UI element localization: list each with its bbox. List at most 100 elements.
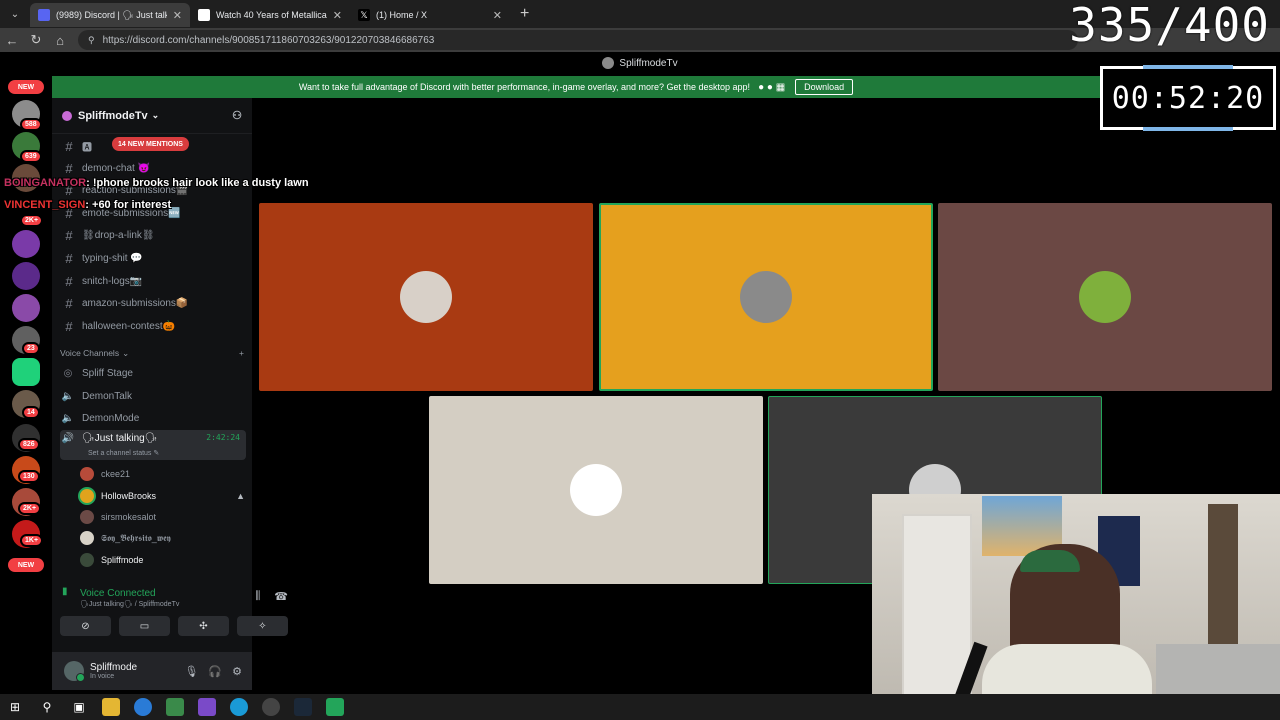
voice-tile[interactable] bbox=[429, 396, 763, 584]
file-explorer-icon[interactable] bbox=[102, 698, 120, 716]
unread-badge: 1K+ bbox=[20, 534, 44, 547]
kick-server-icon[interactable] bbox=[12, 358, 40, 386]
voice-channels-header[interactable]: Voice Channels ⌄ + bbox=[60, 348, 244, 359]
windows-start-icon[interactable]: ⊞ bbox=[6, 698, 24, 716]
voice-channel-item[interactable]: 🔈 DemonTalk bbox=[60, 386, 246, 406]
tab-list-icon[interactable]: ⌄ bbox=[4, 3, 26, 25]
url-field[interactable]: ⚲ https://discord.com/channels/900851711… bbox=[78, 30, 1078, 50]
voice-tile[interactable] bbox=[259, 203, 593, 391]
close-tab-icon[interactable]: ✕ bbox=[333, 9, 342, 22]
voice-status: Voice Connected bbox=[80, 587, 156, 599]
desktop-app-banner: Want to take full advantage of Discord w… bbox=[52, 76, 1100, 98]
channel-item[interactable]: # halloween-contest🎃 bbox=[60, 316, 246, 336]
voice-tile-speaking[interactable] bbox=[599, 203, 933, 391]
home-icon[interactable]: ⌂ bbox=[48, 33, 72, 48]
reload-icon[interactable]: ↻ bbox=[24, 32, 48, 48]
voice-member[interactable]: ckee21 bbox=[80, 464, 245, 484]
unread-badge: 2K+ bbox=[18, 502, 42, 515]
tab-favicon-icon bbox=[198, 9, 210, 21]
channel-status[interactable]: Set a channel status ✎ bbox=[88, 449, 159, 457]
channel-name: 🅰 bbox=[82, 142, 92, 154]
server-icon[interactable] bbox=[12, 230, 40, 258]
hash-icon: # bbox=[65, 138, 73, 154]
search-icon[interactable]: ⚲ bbox=[38, 698, 56, 716]
avatar bbox=[570, 464, 622, 516]
site-info-icon[interactable]: ⚲ bbox=[88, 35, 95, 46]
create-channel-icon[interactable]: + bbox=[239, 348, 244, 359]
obs-icon[interactable] bbox=[262, 698, 280, 716]
avatar[interactable] bbox=[64, 661, 85, 682]
avatar bbox=[740, 271, 792, 323]
browser-tab-discord[interactable]: (9989) Discord | 🗣 Just talking ✕ bbox=[30, 3, 190, 27]
tab-title: (1) Home / X bbox=[376, 10, 428, 20]
voice-channel-item[interactable]: ◎ Spliff Stage bbox=[60, 363, 246, 383]
close-tab-icon[interactable]: ✕ bbox=[493, 9, 502, 22]
active-voice-channel[interactable]: 🔊 🗣Just talking🗣 2:42:24 Set a channel s… bbox=[60, 430, 246, 460]
channel-item[interactable]: # amazon-submissions📦 bbox=[60, 293, 246, 313]
signal-icon: ▮ bbox=[62, 586, 68, 597]
voice-tile[interactable] bbox=[938, 203, 1272, 391]
channel-name: 🗣Just talking🗣 bbox=[82, 433, 158, 444]
calendar-icon[interactable] bbox=[166, 698, 184, 716]
speaker-icon: 🔈 bbox=[61, 390, 75, 402]
channel-item[interactable]: # ⛓drop-a-link⛓ bbox=[60, 225, 246, 245]
noise-suppression-icon[interactable]: ⫼ bbox=[255, 590, 260, 603]
camera-off-button[interactable]: ⊘ bbox=[60, 616, 111, 636]
channel-name: DemonMode bbox=[82, 412, 140, 424]
channel-item[interactable]: # typing-shit 💬 bbox=[60, 248, 246, 268]
channel-item[interactable]: # demon-chat 😈 bbox=[60, 158, 246, 178]
browser-tab-metallica[interactable]: Watch 40 Years of Metallica, Night ✕ bbox=[190, 3, 350, 27]
server-header[interactable]: SpliffmodeTv ⌄ ⚇ bbox=[52, 98, 252, 134]
new-badge[interactable]: NEW bbox=[8, 558, 44, 572]
hash-icon: # bbox=[65, 318, 73, 334]
voice-member[interactable]: HollowBrooks ▲ bbox=[80, 486, 245, 506]
headphones-icon[interactable]: 🎧 bbox=[208, 665, 222, 678]
steam-icon[interactable] bbox=[294, 698, 312, 716]
microphone-icon[interactable]: 🎙 bbox=[184, 665, 198, 678]
channel-name: ⛓drop-a-link⛓ bbox=[82, 229, 155, 241]
new-tab-button[interactable]: + bbox=[520, 5, 529, 23]
cursor-icon: ▲ bbox=[236, 491, 245, 501]
user-status: In voice bbox=[90, 673, 115, 680]
server-icon[interactable] bbox=[12, 294, 40, 322]
streamer-cap bbox=[1020, 550, 1080, 572]
app-icon[interactable] bbox=[198, 698, 216, 716]
new-badge[interactable]: NEW bbox=[8, 80, 44, 94]
disconnect-icon[interactable]: ☎ bbox=[274, 590, 288, 603]
download-button[interactable]: Download bbox=[795, 79, 854, 95]
edge-icon[interactable] bbox=[230, 698, 248, 716]
app-icon[interactable] bbox=[134, 698, 152, 716]
voice-member[interactable]: Spliffmode bbox=[80, 550, 245, 570]
voice-duration: 2:42:24 bbox=[206, 433, 240, 442]
windows-taskbar: ⊞ ⚲ ▣ bbox=[0, 694, 1280, 720]
speaker-icon: 🔊 bbox=[61, 433, 75, 444]
invite-people-icon[interactable]: ⚇ bbox=[232, 109, 242, 122]
gear-icon[interactable]: ⚙ bbox=[232, 665, 242, 678]
window-title: SpliffmodeTv bbox=[619, 57, 678, 69]
unread-badge: 588 bbox=[20, 118, 42, 131]
user-name: Spliffmode bbox=[90, 662, 138, 673]
unread-badge: 639 bbox=[20, 150, 42, 163]
hash-icon: # bbox=[65, 160, 73, 176]
voice-connection-panel: ▮ Voice Connected 🗣Just talking🗣 / Splif… bbox=[60, 586, 294, 646]
browser-tab-x[interactable]: 𝕏 (1) Home / X ✕ bbox=[350, 3, 510, 27]
voice-member[interactable]: 𝕾𝖔𝖞_𝕭𝖊𝖍𝖗𝖘𝖎𝖙𝖔_𝖜𝖊𝖞 bbox=[80, 528, 245, 548]
back-icon[interactable]: ← bbox=[0, 33, 24, 48]
voice-member[interactable]: sirsmokesalot bbox=[80, 507, 245, 527]
app-icon[interactable] bbox=[326, 698, 344, 716]
activities-button[interactable]: ✣ bbox=[178, 616, 229, 636]
new-mentions-pill[interactable]: 14 NEW MENTIONS bbox=[112, 137, 189, 151]
close-tab-icon[interactable]: ✕ bbox=[173, 9, 182, 22]
hash-icon: # bbox=[65, 227, 73, 243]
channel-name: demon-chat 😈 bbox=[82, 162, 151, 174]
server-icon[interactable] bbox=[12, 262, 40, 290]
tab-title: (9989) Discord | 🗣 Just talking bbox=[56, 9, 167, 20]
channel-item[interactable]: # snitch-logs📷 bbox=[60, 271, 246, 291]
avatar bbox=[80, 510, 94, 524]
task-view-icon[interactable]: ▣ bbox=[70, 698, 88, 716]
screen-share-button[interactable]: ▭ bbox=[119, 616, 170, 636]
url-text: https://discord.com/channels/90085171186… bbox=[102, 34, 435, 46]
voice-channel-item[interactable]: 🔈 DemonMode bbox=[60, 408, 246, 428]
soundboard-button[interactable]: ✧ bbox=[237, 616, 288, 636]
chat-message: : !phone brooks hair look like a dusty l… bbox=[86, 177, 309, 189]
